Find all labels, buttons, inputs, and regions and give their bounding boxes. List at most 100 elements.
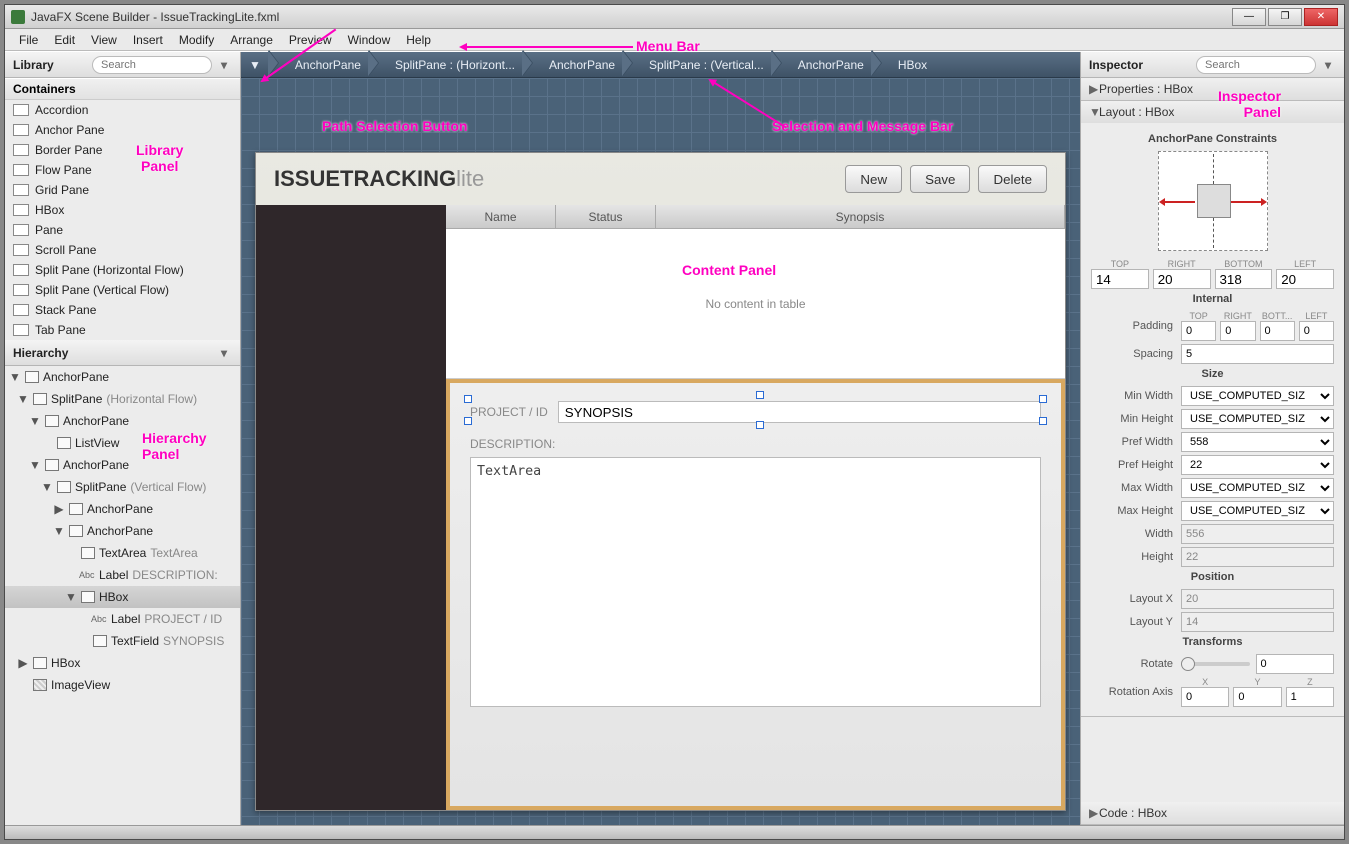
library-item[interactable]: Split Pane (Vertical Flow) [5, 280, 240, 300]
tree-node[interactable]: ▶HBox [5, 652, 240, 674]
min-width[interactable]: USE_COMPUTED_SIZ [1181, 386, 1334, 406]
anchor-constraints-title: AnchorPane Constraints [1091, 133, 1334, 145]
inspector-panel: Inspector ▾ ▶Properties : HBox ▼Layout :… [1080, 52, 1344, 825]
max-width[interactable]: USE_COMPUTED_SIZ [1181, 478, 1334, 498]
library-item[interactable]: Tab Pane [5, 320, 240, 340]
tree-node[interactable]: ListView [5, 432, 240, 454]
padding-top[interactable] [1181, 321, 1216, 341]
synopsis-field[interactable] [558, 401, 1041, 423]
rotate-slider[interactable] [1181, 662, 1250, 666]
tree-node[interactable]: ▶AnchorPane [5, 498, 240, 520]
new-button[interactable]: New [845, 165, 902, 193]
content-canvas[interactable]: ISSUETRACKINGlite New Save Delete Name S… [241, 78, 1080, 825]
app-title: ISSUETRACKINGlite [274, 166, 484, 192]
spacing-field[interactable] [1181, 344, 1334, 364]
menu-preview[interactable]: Preview [281, 31, 340, 49]
library-item[interactable]: Anchor Pane [5, 120, 240, 140]
listview-pane[interactable] [256, 205, 446, 810]
library-item[interactable]: Split Pane (Horizontal Flow) [5, 260, 240, 280]
tree-node[interactable]: ▼AnchorPane [5, 366, 240, 388]
anchor-right[interactable] [1153, 269, 1211, 289]
tree-node[interactable]: ImageView [5, 674, 240, 696]
menu-help[interactable]: Help [398, 31, 439, 49]
tree-node[interactable]: ▼SplitPane(Horizontal Flow) [5, 388, 240, 410]
library-menu-icon[interactable]: ▾ [216, 58, 232, 72]
inspector-search[interactable] [1196, 56, 1316, 74]
padding-left[interactable] [1299, 321, 1334, 341]
table-header: Name Status Synopsis [446, 205, 1065, 229]
position-title: Position [1091, 571, 1334, 583]
container-icon [13, 244, 29, 256]
size-title: Size [1091, 368, 1334, 380]
description-textarea[interactable]: TextArea [470, 457, 1041, 707]
maximize-button[interactable]: ❐ [1268, 8, 1302, 26]
tree-node[interactable]: TextFieldSYNOPSIS [5, 630, 240, 652]
tree-node[interactable]: AbcLabelDESCRIPTION: [5, 564, 240, 586]
col-name[interactable]: Name [446, 205, 556, 228]
library-item[interactable]: Stack Pane [5, 300, 240, 320]
delete-button[interactable]: Delete [978, 165, 1047, 193]
library-search[interactable] [92, 56, 212, 74]
inspector-menu-icon[interactable]: ▾ [1320, 58, 1336, 72]
path-segment[interactable]: HBox [890, 52, 935, 77]
library-item[interactable]: Border Pane [5, 140, 240, 160]
pref-height[interactable]: 22 [1181, 455, 1334, 475]
library-item[interactable]: Flow Pane [5, 160, 240, 180]
menu-arrange[interactable]: Arrange [222, 31, 281, 49]
left-panel: Library ▾ Containers AccordionAnchor Pan… [5, 52, 241, 825]
rot-axis-y[interactable] [1233, 687, 1281, 707]
menu-view[interactable]: View [83, 31, 125, 49]
library-list: AccordionAnchor PaneBorder PaneFlow Pane… [5, 100, 240, 340]
library-item[interactable]: Pane [5, 220, 240, 240]
container-icon [13, 164, 29, 176]
col-status[interactable]: Status [556, 205, 656, 228]
rot-axis-x[interactable] [1181, 687, 1229, 707]
menu-window[interactable]: Window [340, 31, 399, 49]
col-synopsis[interactable]: Synopsis [656, 205, 1065, 228]
menu-edit[interactable]: Edit [46, 31, 83, 49]
min-height[interactable]: USE_COMPUTED_SIZ [1181, 409, 1334, 429]
library-item[interactable]: Scroll Pane [5, 240, 240, 260]
node-icon [33, 657, 47, 669]
anchor-bottom[interactable] [1215, 269, 1273, 289]
anchor-diagram[interactable] [1158, 151, 1268, 251]
padding-right[interactable] [1220, 321, 1255, 341]
tree-node[interactable]: ▼AnchorPane [5, 410, 240, 432]
path-selection-button[interactable]: ▼ [241, 52, 269, 77]
layout-accordion[interactable]: ▼Layout : HBox [1081, 101, 1344, 123]
rot-axis-z[interactable] [1286, 687, 1334, 707]
close-button[interactable]: ✕ [1304, 8, 1338, 26]
pref-width[interactable]: 558 [1181, 432, 1334, 452]
tree-node[interactable]: TextAreaTextArea [5, 542, 240, 564]
anchor-top[interactable] [1091, 269, 1149, 289]
table-body: No content in table [446, 229, 1065, 379]
properties-accordion[interactable]: ▶Properties : HBox [1081, 78, 1344, 100]
app-icon [11, 10, 25, 24]
tree-node[interactable]: ▼AnchorPane [5, 520, 240, 542]
minimize-button[interactable]: — [1232, 8, 1266, 26]
menu-file[interactable]: File [11, 31, 46, 49]
save-button[interactable]: Save [910, 165, 970, 193]
path-segment[interactable]: AnchorPane [790, 52, 872, 77]
tree-node[interactable]: ▼SplitPane(Vertical Flow) [5, 476, 240, 498]
path-segment[interactable]: SplitPane : (Vertical... [641, 52, 772, 77]
tree-node[interactable]: ▼HBox [5, 586, 240, 608]
hierarchy-menu-icon[interactable]: ▾ [216, 346, 232, 360]
anchor-left[interactable] [1276, 269, 1334, 289]
path-segment[interactable]: AnchorPane [287, 52, 369, 77]
menu-modify[interactable]: Modify [171, 31, 222, 49]
library-item[interactable]: Accordion [5, 100, 240, 120]
path-segment[interactable]: SplitPane : (Horizont... [387, 52, 523, 77]
padding-bottom[interactable] [1260, 321, 1295, 341]
library-item[interactable]: Grid Pane [5, 180, 240, 200]
library-item[interactable]: HBox [5, 200, 240, 220]
path-segment[interactable]: AnchorPane [541, 52, 623, 77]
menu-insert[interactable]: Insert [125, 31, 171, 49]
selected-hbox[interactable]: PROJECT / ID DESCRIPTION: TextArea [446, 379, 1065, 810]
code-accordion[interactable]: ▶Code : HBox [1081, 802, 1344, 824]
tree-node[interactable]: AbcLabelPROJECT / ID [5, 608, 240, 630]
label-icon: Abc [79, 570, 97, 580]
tree-node[interactable]: ▼AnchorPane [5, 454, 240, 476]
rotate-value[interactable] [1256, 654, 1335, 674]
max-height[interactable]: USE_COMPUTED_SIZ [1181, 501, 1334, 521]
